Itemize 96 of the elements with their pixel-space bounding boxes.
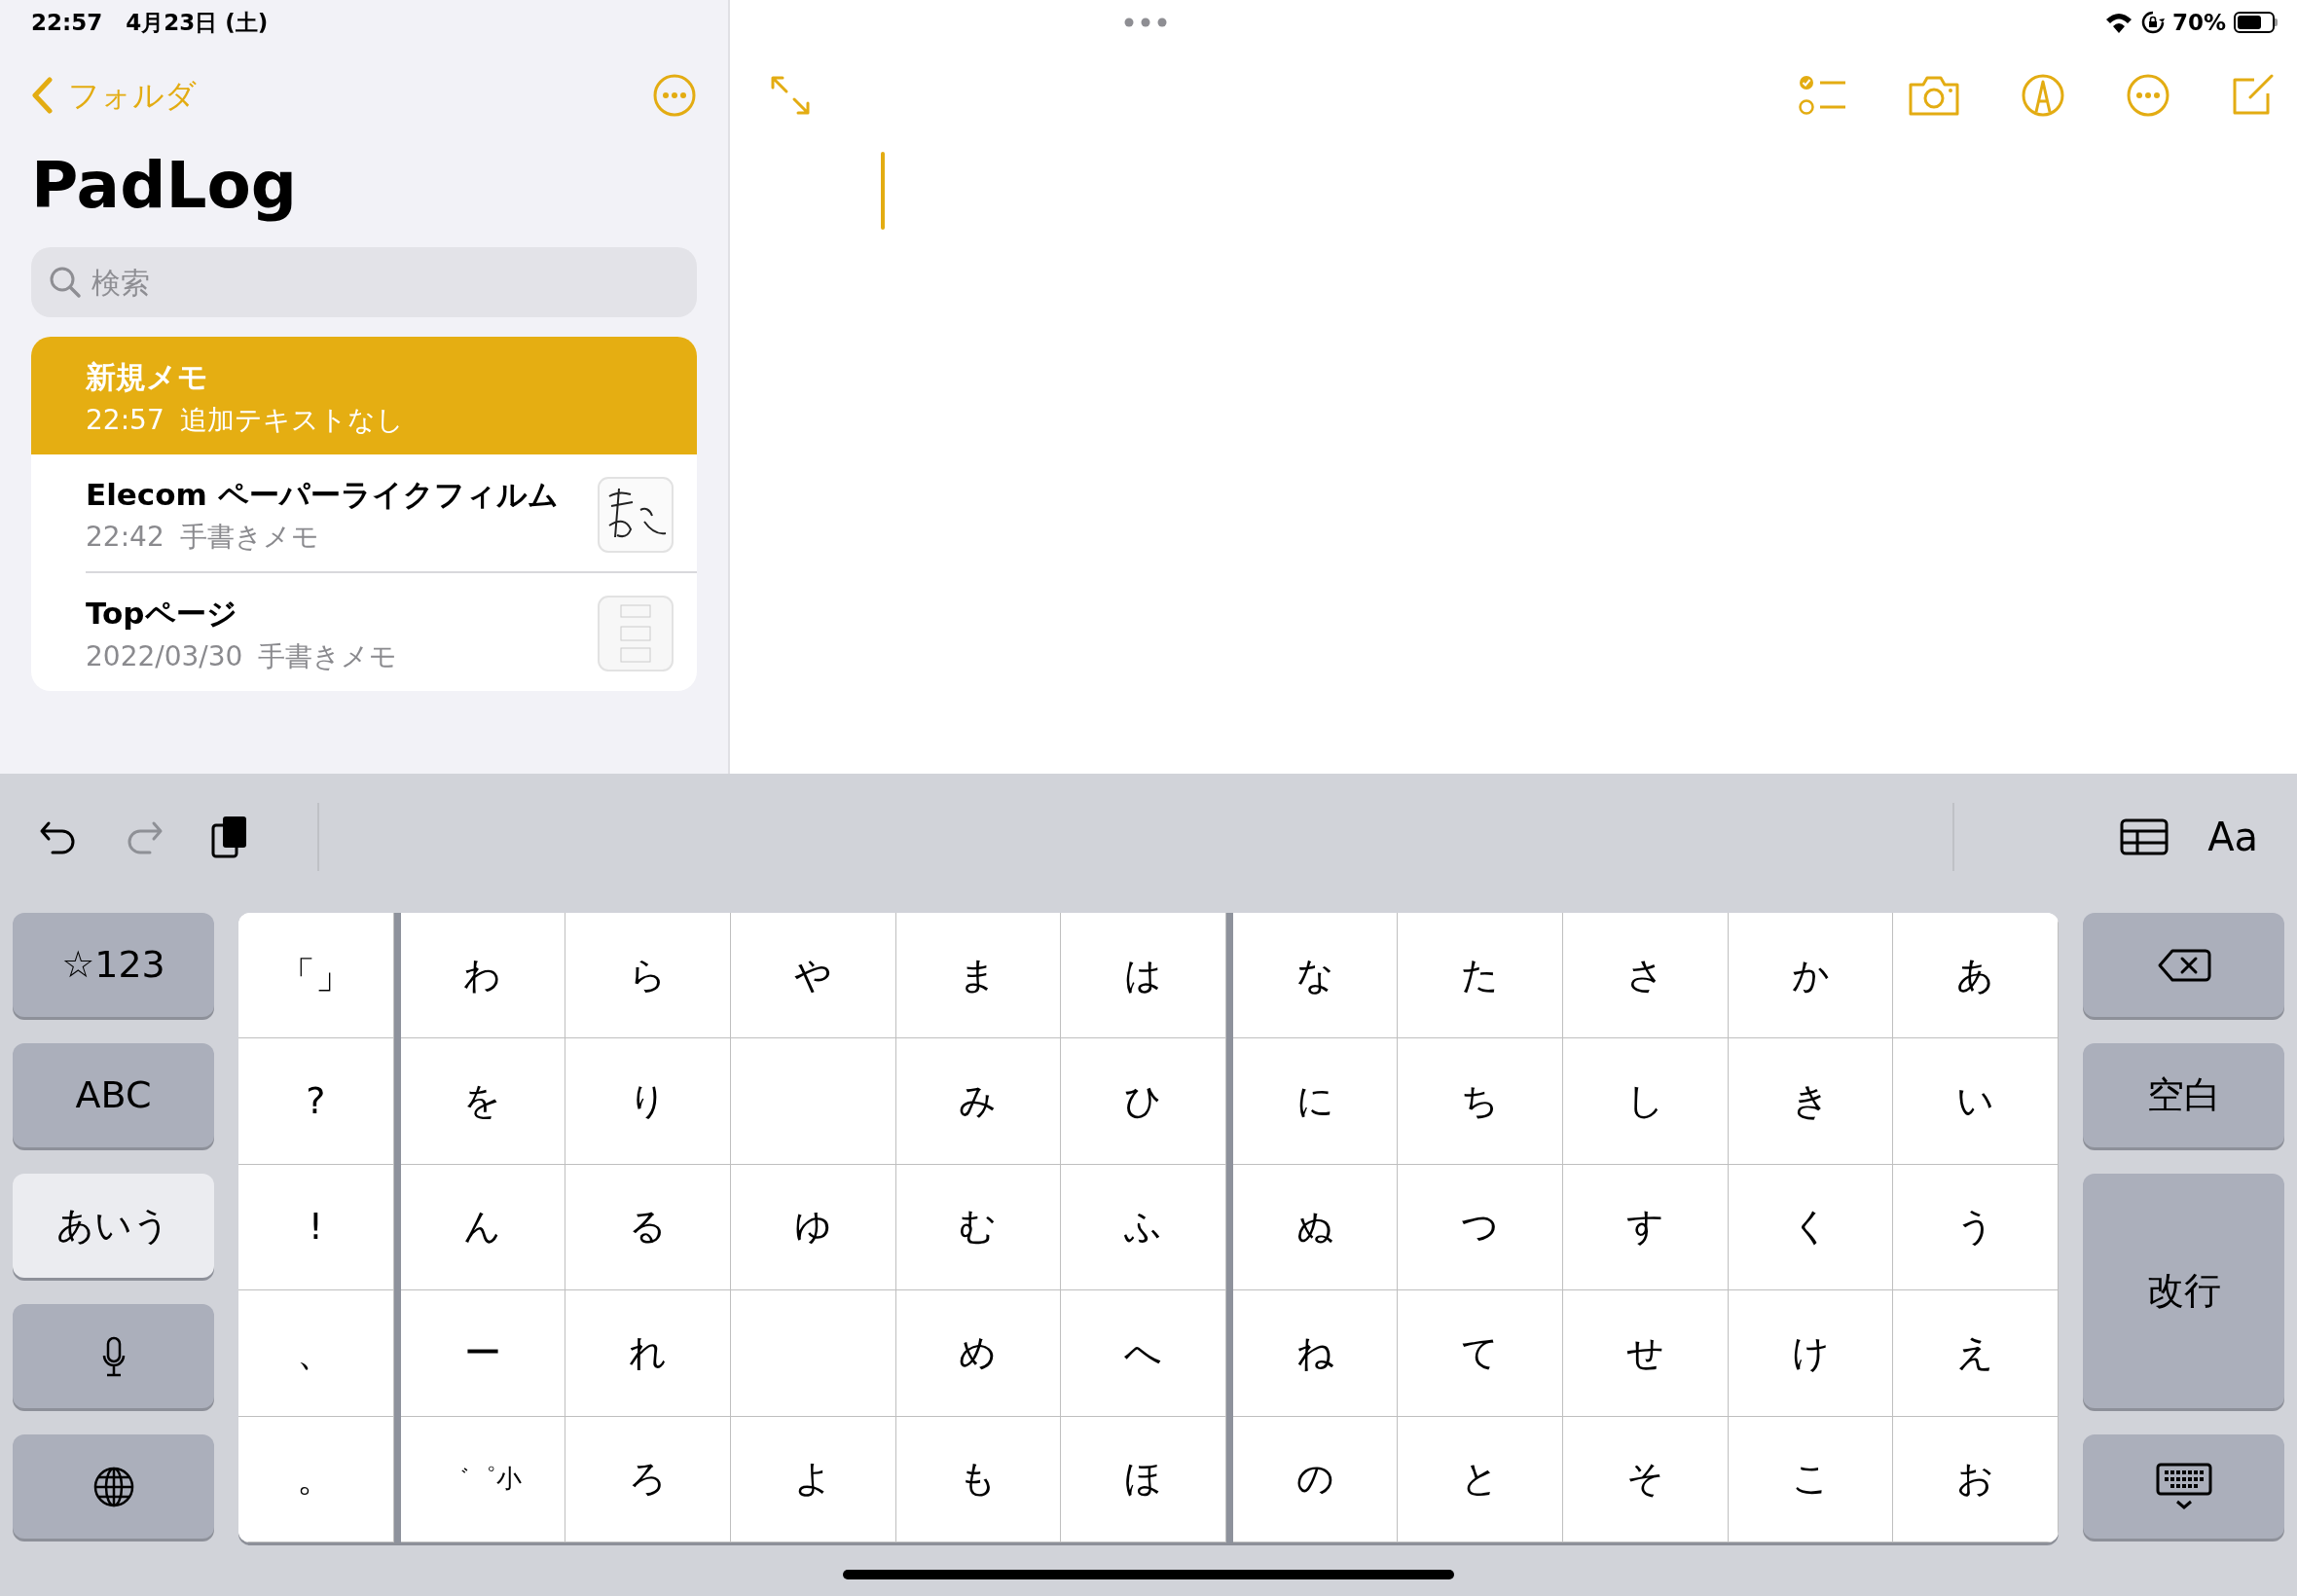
search-field[interactable]: 検索 xyxy=(31,247,697,317)
kana-key[interactable]: く xyxy=(1728,1164,1894,1291)
kana-key[interactable]: へ xyxy=(1061,1290,1226,1417)
kana-key[interactable]: り xyxy=(565,1038,731,1165)
kana-key[interactable]: ろ xyxy=(565,1416,731,1542)
space-key[interactable]: 空白 xyxy=(2083,1043,2284,1147)
status-time: 22:57 xyxy=(31,8,103,37)
kana-key[interactable]: た xyxy=(1398,913,1564,1039)
note-time: 22:42 xyxy=(86,520,164,555)
note-preview: 追加テキストなし xyxy=(179,402,404,438)
keyboard-mode-key[interactable]: ☆123 xyxy=(13,913,214,1017)
kana-key[interactable]: に xyxy=(1232,1038,1399,1165)
camera-icon[interactable] xyxy=(1908,75,1960,116)
kana-key[interactable]: す xyxy=(1563,1164,1729,1291)
kana-key[interactable]: み xyxy=(895,1038,1062,1165)
kana-key[interactable]: ゆ xyxy=(730,1164,896,1291)
kana-key[interactable]: も xyxy=(895,1416,1062,1542)
compose-icon[interactable] xyxy=(2231,74,2274,117)
kana-key[interactable]: う xyxy=(1893,1164,2059,1291)
kana-key[interactable]: か xyxy=(1728,913,1894,1039)
kana-key[interactable]: 。 xyxy=(238,1416,394,1542)
kana-key[interactable]: な xyxy=(1232,913,1399,1039)
kana-key[interactable]: ま xyxy=(895,913,1062,1039)
return-key[interactable]: 改行 xyxy=(2083,1174,2284,1408)
note-title: Topページ xyxy=(86,595,238,633)
dictation-key[interactable] xyxy=(13,1304,214,1408)
kana-key[interactable]: せ xyxy=(1563,1290,1729,1417)
format-button[interactable]: Aa xyxy=(2207,808,2258,866)
checklist-icon[interactable] xyxy=(1799,74,1847,117)
multitask-dots-icon[interactable] xyxy=(1124,18,1167,27)
delete-key[interactable] xyxy=(2083,913,2284,1017)
kana-key[interactable]: は xyxy=(1061,913,1226,1039)
kana-key[interactable]: ー xyxy=(400,1290,566,1417)
kana-key[interactable]: ね xyxy=(1232,1290,1399,1417)
keyboard-mode-key[interactable]: あいう xyxy=(13,1174,214,1278)
note-time: 2022/03/30 xyxy=(86,638,243,674)
kana-key[interactable]: 「」 xyxy=(238,913,394,1039)
rotation-lock-icon xyxy=(2140,11,2165,34)
kana-key[interactable]: ひ xyxy=(1061,1038,1226,1165)
kana-key[interactable]: 、 xyxy=(238,1290,394,1417)
status-date: 4月23日 (土) xyxy=(126,8,269,37)
note-item[interactable]: Topページ 2022/03/30 手書きメモ xyxy=(31,573,697,691)
kana-key[interactable]: れ xyxy=(565,1290,731,1417)
table-icon[interactable] xyxy=(2120,818,2169,855)
expand-icon[interactable] xyxy=(769,74,812,117)
note-item[interactable]: Elecom ペーパーライクフィルム 22:42 手書きメモ xyxy=(31,453,697,571)
kana-key[interactable]: よ xyxy=(730,1416,896,1542)
kana-key[interactable]: ほ xyxy=(1061,1416,1226,1542)
kana-key[interactable]: し xyxy=(1563,1038,1729,1165)
search-icon xyxy=(49,266,82,299)
note-preview: 手書きメモ xyxy=(258,638,398,674)
kana-key[interactable]: や xyxy=(730,913,896,1039)
note-preview: 手書きメモ xyxy=(179,520,319,555)
globe-key[interactable] xyxy=(13,1434,214,1539)
kana-key[interactable]: ら xyxy=(565,913,731,1039)
paste-icon[interactable] xyxy=(210,814,249,860)
keyboard-mode-key[interactable]: ABC xyxy=(13,1043,214,1147)
more-icon[interactable] xyxy=(2126,73,2170,118)
microphone-icon xyxy=(101,1335,126,1377)
kana-key[interactable]: む xyxy=(895,1164,1062,1291)
kana-key[interactable]: ? xyxy=(238,1038,394,1165)
note-title: Elecom ペーパーライクフィルム xyxy=(86,475,560,514)
kana-key[interactable]: あ xyxy=(1893,913,2059,1039)
kana-key[interactable]: ん xyxy=(400,1164,566,1291)
kana-key[interactable]: つ xyxy=(1398,1164,1564,1291)
kana-key[interactable]: と xyxy=(1398,1416,1564,1542)
kana-key[interactable]: わ xyxy=(400,913,566,1039)
note-title: 新規メモ xyxy=(86,358,209,396)
kana-key[interactable]: ち xyxy=(1398,1038,1564,1165)
kana-key[interactable]: さ xyxy=(1563,913,1729,1039)
battery-percent: 70% xyxy=(2171,8,2226,37)
more-icon[interactable] xyxy=(652,73,697,118)
markup-pen-icon[interactable] xyxy=(2021,73,2065,118)
note-time: 22:57 xyxy=(86,402,164,438)
kana-key[interactable]: こ xyxy=(1728,1416,1894,1542)
kana-key[interactable]: え xyxy=(1893,1290,2059,1417)
kana-key[interactable]: て xyxy=(1398,1290,1564,1417)
kana-key[interactable]: ! xyxy=(238,1164,394,1291)
kana-key[interactable]: け xyxy=(1728,1290,1894,1417)
kana-key[interactable]: ぬ xyxy=(1232,1164,1399,1291)
kana-key[interactable]: の xyxy=(1232,1416,1399,1542)
kana-key[interactable]: お xyxy=(1893,1416,2059,1542)
dismiss-keyboard-key[interactable] xyxy=(2083,1434,2284,1539)
kana-key[interactable]: め xyxy=(895,1290,1062,1417)
kana-key[interactable]: そ xyxy=(1563,1416,1729,1542)
chevron-left-icon xyxy=(31,77,53,114)
keyboard-dismiss-icon xyxy=(2155,1462,2212,1511)
kana-key[interactable]: ふ xyxy=(1061,1164,1226,1291)
kana-key[interactable]: る xyxy=(565,1164,731,1291)
backspace-icon xyxy=(2156,947,2211,983)
kana-key[interactable]: を xyxy=(400,1038,566,1165)
kana-key[interactable]: ゛゜小 xyxy=(400,1416,566,1542)
kana-key[interactable]: き xyxy=(1728,1038,1894,1165)
globe-icon xyxy=(91,1465,135,1508)
kana-key[interactable]: い xyxy=(1893,1038,2059,1165)
battery-icon xyxy=(2234,12,2278,33)
